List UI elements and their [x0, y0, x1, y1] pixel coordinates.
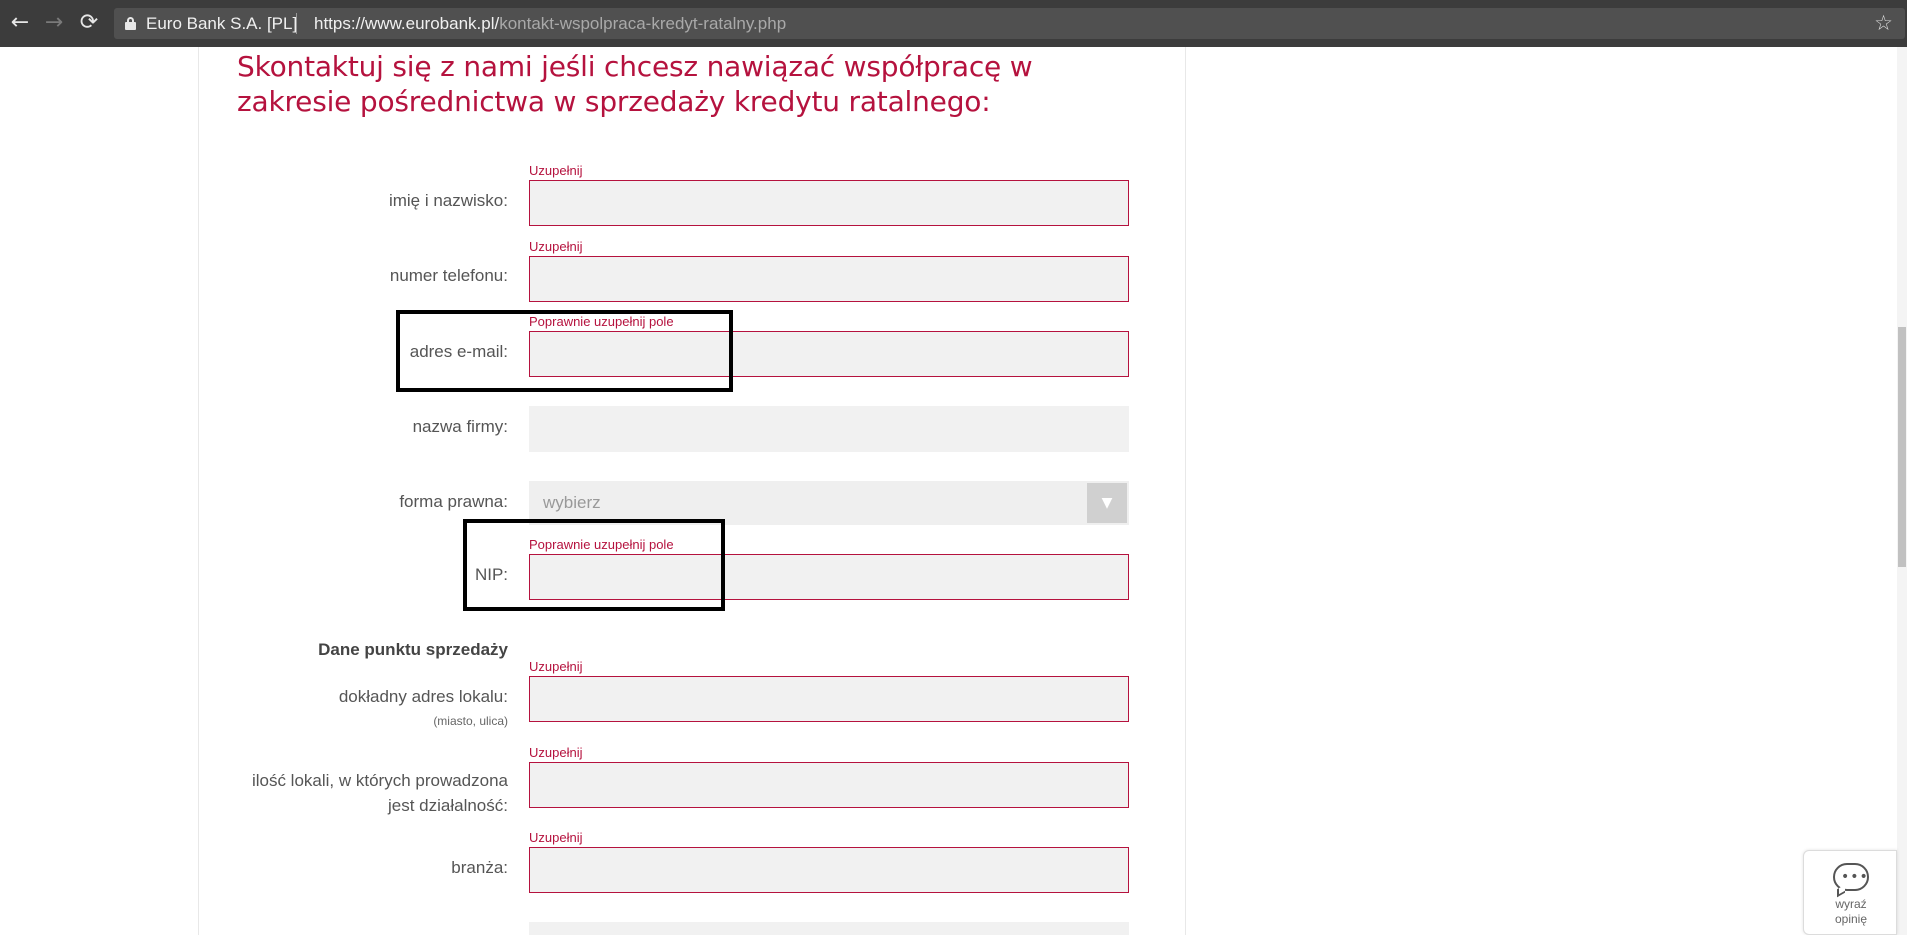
locations-label-line1: ilość lokali, w których prowadzona [251, 771, 508, 790]
browser-toolbar: ← → ⟳ Euro Bank S.A. [PL] https://www.eu… [0, 0, 1907, 47]
site-identity[interactable]: Euro Bank S.A. [PL] [146, 14, 297, 34]
name-input[interactable] [529, 180, 1129, 226]
lock-icon[interactable] [125, 17, 136, 30]
phone-label: numer telefonu: [389, 266, 508, 285]
phone-error: Uzupełnij [529, 239, 583, 254]
next-input-partial[interactable] [529, 922, 1129, 935]
sale-point-section-title: Dane punktu sprzedaży [318, 640, 508, 659]
page-content: Skontaktuj się z nami jeśli chcesz nawią… [0, 47, 1907, 935]
url-path: kontakt-wspolpraca-kredyt-ratalny.php [499, 14, 787, 33]
url-host: https://www.eurobank.pl/ [314, 14, 500, 33]
feedback-label-line2: opinię [1834, 912, 1868, 926]
chat-dots: ••• [1841, 869, 1869, 885]
chevron-down-icon[interactable]: ▼ [1087, 483, 1127, 523]
address-error: Uzupełnij [529, 659, 583, 674]
address-separator [296, 13, 297, 34]
page-scrollbar[interactable] [1897, 47, 1907, 935]
reload-icon[interactable]: ⟳ [77, 11, 101, 35]
name-error: Uzupełnij [529, 163, 583, 178]
feedback-label-line1: wyraź [1835, 897, 1867, 911]
locations-error: Uzupełnij [529, 745, 583, 760]
legal-form-selected: wybierz [543, 493, 601, 512]
email-highlight-box [396, 310, 733, 392]
address-bar[interactable]: Euro Bank S.A. [PL] https://www.eurobank… [114, 8, 1905, 39]
url-text[interactable]: https://www.eurobank.pl/kontakt-wspolpra… [314, 14, 786, 34]
industry-label: branża: [451, 858, 508, 877]
forward-icon[interactable]: → [42, 11, 66, 35]
name-label: imię i nazwisko: [388, 191, 508, 210]
address-label: dokładny adres lokalu: [338, 687, 508, 706]
company-label: nazwa firmy: [412, 417, 508, 436]
address-hint: (miasto, ulica) [433, 714, 508, 728]
phone-input[interactable] [529, 256, 1129, 302]
scrollbar-thumb[interactable] [1898, 327, 1906, 567]
company-input[interactable] [529, 406, 1129, 452]
back-icon[interactable]: ← [8, 11, 32, 35]
form-heading: Skontaktuj się z nami jeśli chcesz nawią… [237, 50, 1033, 118]
feedback-widget[interactable]: ••• wyraź opinię [1803, 850, 1897, 935]
feedback-label: wyraź opinię [1804, 897, 1898, 927]
locations-input[interactable] [529, 762, 1129, 808]
industry-input[interactable] [529, 847, 1129, 893]
bookmark-star-icon[interactable]: ☆ [1874, 11, 1893, 35]
nip-highlight-box [463, 519, 725, 611]
legal-form-label: forma prawna: [399, 492, 508, 511]
address-input[interactable] [529, 676, 1129, 722]
locations-label-line2: jest działalność: [387, 796, 508, 815]
industry-error: Uzupełnij [529, 830, 583, 845]
